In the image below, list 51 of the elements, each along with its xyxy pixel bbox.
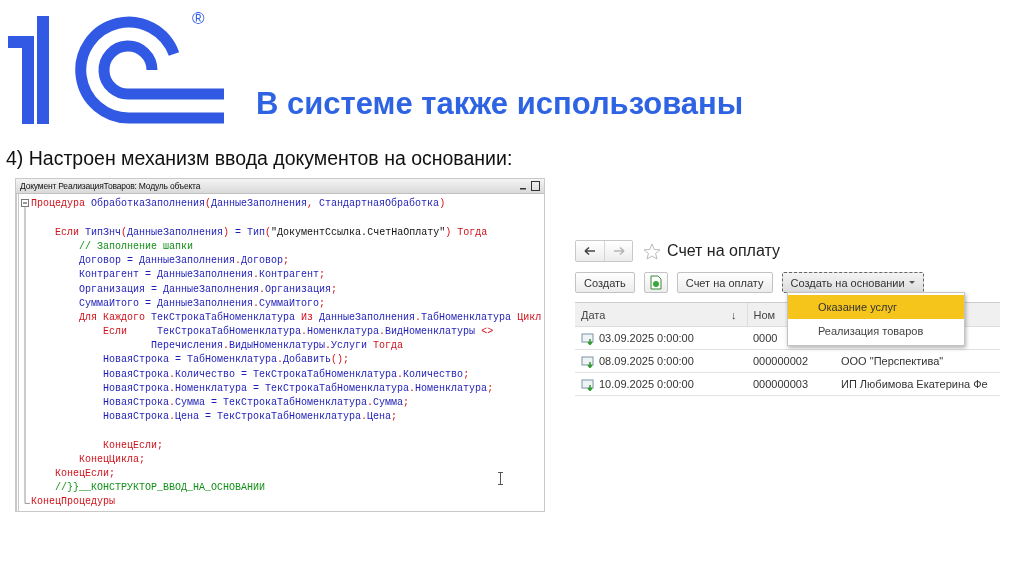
column-header[interactable]: Дата xyxy=(581,308,606,321)
dropdown-button[interactable]: Создать на основании xyxy=(781,272,924,294)
code-line: КонецЕсли; xyxy=(102,438,164,453)
caret-icon xyxy=(908,281,915,285)
toolbar-button[interactable]: Создать xyxy=(575,272,635,294)
text-cursor-icon xyxy=(497,472,504,486)
number-cell: 0000 xyxy=(753,332,778,345)
sort-indicator: ↓ xyxy=(731,308,737,321)
number-cell: 000000003 xyxy=(753,378,809,391)
counterparty-cell: ИП Любимова Екатерина Фе xyxy=(841,378,988,391)
code-line: НоваяСтрока.Количество = ТекСтрокаТабНоменклатура.Количество; xyxy=(102,367,470,382)
maximize-icon[interactable] xyxy=(531,181,540,192)
code-line: НоваяСтрока.Номенклатура = ТекСтрокаТабНоменклатура.Номенклатура; xyxy=(102,381,494,396)
code-line: Контрагент = ДанныеЗаполнения.Контрагент; xyxy=(78,268,326,283)
window-title: Документ РеализацияТоваров: Модуль объекта xyxy=(20,181,201,192)
code-line: Для Каждого ТекСтрокаТабНоменклатура Из ДанныеЗаполнения.ТабНоменклатура Цикл xyxy=(78,310,542,325)
code-line: Если ТекСтрокаТабНоменклатура.Номенклатура.ВидНоменклатуры <> xyxy=(102,325,494,340)
document-icon xyxy=(581,354,594,368)
code-line: НоваяСтрока.Цена = ТекСтрокаТабНоменклатура.Цена; xyxy=(102,410,398,425)
code-line: КонецЕсли; xyxy=(54,466,115,481)
date-cell: 10.09.2025 0:00:00 xyxy=(599,378,694,391)
code-comment: //}}__КОНСТРУКТОР_ВВОД_НА_ОСНОВАНИИ xyxy=(54,481,266,496)
form-title: Счет на оплату xyxy=(667,242,780,261)
left-arrow-icon xyxy=(583,246,597,257)
menu-item[interactable]: Оказание услуг xyxy=(788,295,964,320)
right-arrow-icon xyxy=(611,246,626,257)
code-line: НоваяСтрока.Сумма = ТекСтрокаТабНоменклатура.Сумма; xyxy=(102,396,410,410)
number-cell: 000000002 xyxy=(753,355,809,368)
code-line: Перечисления.ВидыНоменклатуры.Услуги Тогда xyxy=(150,339,404,354)
slide-title: В системе также использованы xyxy=(256,88,744,123)
code-line: СуммаИтого = ДанныеЗаполнения.СуммаИтого; xyxy=(78,296,326,311)
star-icon[interactable] xyxy=(643,242,661,260)
code-line: КонецЦикла; xyxy=(78,452,146,467)
counterparty-cell: ООО "Перспектива" xyxy=(841,355,944,368)
date-cell: 03.09.2025 0:00:00 xyxy=(599,332,694,345)
document-icon xyxy=(581,331,594,345)
code-comment: // Заполнение шапки xyxy=(78,239,194,254)
registered-mark: ® xyxy=(192,10,205,27)
code-line: Процедура ОбработкаЗаполнения(ДанныеЗаполнения, СтандартнаяОбработка) xyxy=(31,197,446,212)
toolbar-button[interactable]: Счет на оплату xyxy=(676,272,773,294)
code-line: КонецПроцедуры xyxy=(31,495,115,510)
date-cell: 08.09.2025 0:00:00 xyxy=(599,355,694,368)
code-line: НоваяСтрока = ТабНоменклатура.Добавить(); xyxy=(102,353,350,368)
document-icon xyxy=(648,275,663,291)
slide-subtitle: 4) Настроен механизм ввода документов на основании: xyxy=(6,147,514,171)
menu-item[interactable]: Реализация товаров xyxy=(788,319,964,344)
column-header[interactable]: Ном xyxy=(753,308,776,321)
document-icon xyxy=(581,377,594,391)
code-line: Договор = ДанныеЗаполнения.Договор; xyxy=(78,254,290,269)
code-line: Организация = ДанныеЗаполнения.Организация; xyxy=(78,282,338,297)
code-line: Если ТипЗнч(ДанныеЗаполнения) = Тип("ДокументСсылка.СчетНаОплату") Тогда xyxy=(54,225,488,240)
